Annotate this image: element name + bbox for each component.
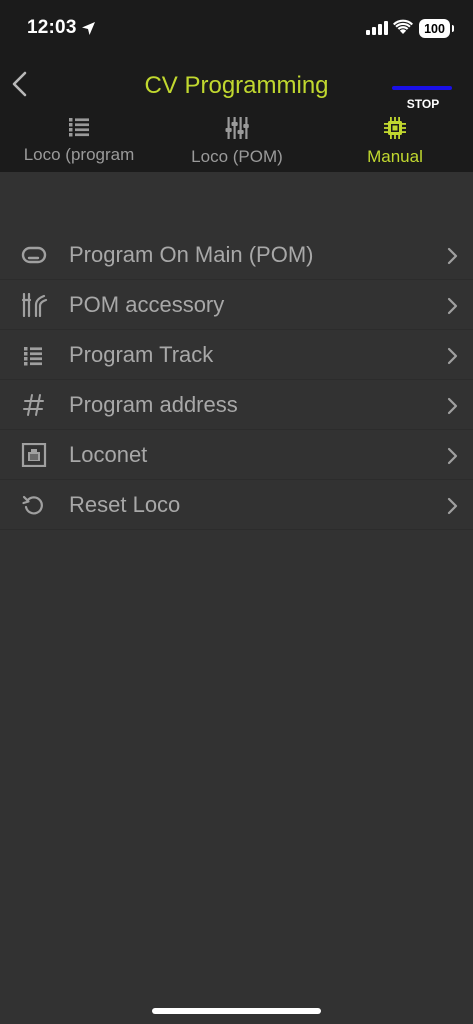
wifi-icon — [393, 19, 413, 34]
chip-icon — [384, 117, 406, 139]
menu-item-label: Loconet — [69, 442, 148, 467]
chevron-right-icon — [447, 447, 458, 465]
menu-item-program-track[interactable]: Program Track — [0, 330, 473, 380]
menu-item-label: Program On Main (POM) — [69, 242, 314, 267]
chevron-right-icon — [447, 397, 458, 415]
menu-item-loconet[interactable]: Loconet — [0, 430, 473, 480]
menu-item-label: Reset Loco — [69, 492, 181, 517]
location-arrow-icon — [82, 22, 95, 35]
loop-icon — [21, 246, 47, 264]
switch-icon — [21, 293, 48, 317]
stop-label: STOP — [406, 97, 440, 111]
menu-item-label: Program address — [69, 392, 238, 417]
menu-item-reset-loco[interactable]: Reset Loco — [0, 480, 473, 530]
cellular-signal-icon — [366, 21, 388, 35]
tab-loco-pom[interactable]: Loco (POM) — [158, 114, 316, 170]
tab-manual[interactable]: Manual — [316, 114, 473, 170]
home-indicator[interactable] — [152, 1008, 321, 1014]
tab-label: Manual — [367, 147, 423, 166]
network-port-icon — [21, 443, 47, 467]
stop-button[interactable]: STOP — [388, 82, 458, 114]
battery-nub — [452, 25, 454, 32]
status-bar: 12:03 100 — [0, 0, 473, 60]
list-icon — [69, 118, 89, 137]
status-time: 12:03 — [27, 17, 77, 38]
cv-menu-list: Program On Main (POM) POM accessory Prog… — [0, 230, 473, 530]
battery-indicator: 100 — [419, 19, 450, 38]
hash-icon — [23, 394, 44, 416]
menu-item-pom-accessory[interactable]: POM accessory — [0, 280, 473, 330]
sliders-icon — [225, 117, 249, 139]
menu-item-program-on-main[interactable]: Program On Main (POM) — [0, 230, 473, 280]
menu-item-label: POM accessory — [69, 292, 225, 317]
menu-item-program-address[interactable]: Program address — [0, 380, 473, 430]
tab-label: Loco (POM) — [191, 147, 283, 166]
tab-loco-program[interactable]: Loco (program — [0, 114, 158, 170]
menu-item-label: Program Track — [69, 342, 214, 367]
reset-icon — [22, 495, 43, 515]
chevron-right-icon — [447, 497, 458, 515]
list-icon — [24, 347, 42, 366]
chevron-right-icon — [447, 297, 458, 315]
tab-label: Loco (program — [23, 145, 135, 164]
chevron-right-icon — [447, 247, 458, 265]
header: 12:03 100 CV Programming STOP Loco (prog… — [0, 0, 473, 172]
stop-indicator-line — [392, 86, 452, 90]
chevron-right-icon — [447, 347, 458, 365]
battery-level: 100 — [424, 21, 445, 36]
